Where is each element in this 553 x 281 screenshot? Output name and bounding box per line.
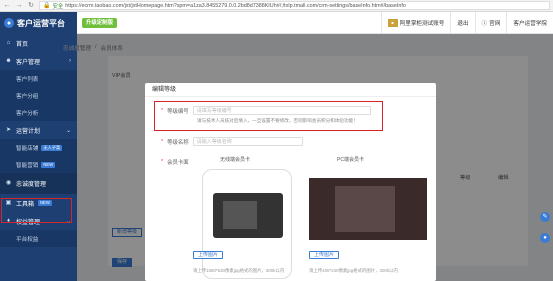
app-header: ● 客户运营平台 升级定制版 ■ 阿里掌柜测试账号 退出 ⓘ 官网 客户运营学院 [0, 12, 553, 34]
user-icon: ☻ [5, 57, 12, 64]
pc-card-title: PC端会员卡 [337, 157, 364, 163]
home-icon: ⌂ [6, 39, 11, 46]
sidebar-item-label: 首页 [16, 41, 29, 48]
sidebar-item-label: 智能营销 [16, 162, 39, 169]
card-inner [223, 201, 257, 229]
sidebar-item-smart-store[interactable]: 智能店铺 无人子菜 [0, 139, 77, 156]
forward-icon[interactable]: → [15, 2, 23, 10]
card-face-row: * 会员卡面 [161, 158, 189, 166]
edit-float-icon[interactable]: ✎ [540, 212, 550, 222]
level-name-row: * 等级名称 请输入等级名称 [161, 137, 303, 146]
official-site-link[interactable]: ⓘ 官网 [474, 12, 507, 34]
level-name-input[interactable]: 请输入等级名称 [192, 137, 303, 146]
loyalty-highlight-box [1, 198, 72, 223]
required-mark: * [161, 159, 164, 165]
mobile-card-preview [202, 169, 292, 279]
chevron-right-icon: › [69, 58, 71, 64]
pc-card-image [309, 178, 427, 240]
question-icon: ⓘ [481, 21, 488, 27]
sidebar-item-label: 客户列表 [16, 76, 39, 83]
upgrade-badge[interactable]: 升级定制版 [82, 18, 117, 28]
sidebar-item-smart-marketing[interactable]: 智能营销 NEW [0, 156, 77, 173]
help-float-icon[interactable]: ● [540, 233, 550, 243]
modal-title: 编辑等级 [145, 83, 436, 97]
platform-label: 客户运营学院 [513, 21, 547, 27]
sidebar-item-customer-mgmt[interactable]: ☻ 客户管理 › [0, 52, 77, 70]
sidebar-item-operation-plan[interactable]: ➤ 运营计划 ⌄ [0, 121, 77, 139]
logout-link[interactable]: 退出 [450, 12, 474, 34]
sidebar-item-label: 运营计划 [16, 128, 41, 135]
level-name-label: 等级名称 [167, 139, 189, 146]
new-badge: NEW [41, 161, 56, 168]
sidebar-item-customer-analysis[interactable]: 客户分析 [0, 104, 77, 121]
back-icon[interactable]: ← [3, 2, 11, 10]
card-inner [335, 186, 395, 232]
rocket-icon: ➤ [5, 126, 12, 133]
brand[interactable]: ● 客户运营平台 [0, 12, 77, 34]
reload-icon[interactable]: ↻ [27, 2, 35, 10]
header-tools: ■ 阿里掌柜测试账号 退出 ⓘ 官网 客户运营学院 [380, 12, 553, 34]
sidebar-item-loyalty[interactable]: ◉ 忠诚度管理 [0, 173, 77, 194]
lock-icon: 🔒 [43, 3, 51, 9]
mobile-card-image [213, 193, 283, 238]
sidebar-item-label: 客户分析 [16, 110, 39, 117]
smart-store-badge: 无人子菜 [41, 144, 63, 151]
sidebar-item-label: 客户分组 [16, 93, 39, 100]
sidebar-item-customer-group[interactable]: 客户分组 [0, 87, 77, 104]
brand-name: 客户运营平台 [17, 18, 65, 28]
upload-mobile-tip: 请上传1080*630像素jpg格式的图片，500k以内 [193, 268, 285, 273]
url-text: https://ecrm.taobao.com/jxt/jxtHomepage.… [65, 2, 406, 9]
required-mark: * [161, 138, 164, 145]
address-bar[interactable]: 🔒 安全 https://ecrm.taobao.com/jxt/jxtHome… [39, 1, 550, 10]
mobile-card-title: 无线端会员卡 [220, 157, 251, 163]
sidebar-item-platform-rights[interactable]: 平台权益 [0, 230, 77, 247]
platform-link[interactable]: 客户运营学院 [506, 12, 553, 34]
sidebar-item-customer-list[interactable]: 客户列表 [0, 70, 77, 87]
shop-logo-icon: ■ [387, 19, 398, 27]
card-face-label: 会员卡面 [167, 160, 189, 166]
shop-name: 阿里掌柜测试账号 [399, 21, 445, 27]
sidebar-item-label: 智能店铺 [16, 145, 39, 152]
logout-label: 退出 [457, 21, 469, 27]
official-site-label: 官网 [489, 21, 501, 27]
upload-pc-button[interactable]: 上传图片 [309, 251, 340, 259]
sidebar-item-label: 忠诚度管理 [16, 182, 47, 188]
security-label: 安全 [52, 3, 64, 10]
sidebar-item-label: 平台权益 [16, 236, 39, 243]
shop-account[interactable]: ■ 阿里掌柜测试账号 [380, 12, 451, 34]
upload-pc-tip: 请上传400*240像素jpg格式的图片，300k以内 [309, 268, 398, 273]
sidebar-item-label: 客户管理 [16, 59, 41, 66]
edit-level-modal: 编辑等级 * 等级编号 请填写等级编号 请与技术人员核对后填入，一旦设置不要修改… [145, 83, 436, 281]
sidebar: ⌂ 首页 ☻ 客户管理 › 客户列表 客户分组 客户分析 ➤ 运营计划 ⌄ 智能… [0, 34, 77, 281]
browser-toolbar: ← → ↻ 🔒 安全 https://ecrm.taobao.com/jxt/j… [0, 0, 553, 12]
chevron-down-icon: ⌄ [65, 127, 71, 134]
level-code-highlight-box [154, 101, 383, 131]
upload-mobile-button[interactable]: 上传图片 [193, 251, 224, 259]
loyalty-icon: ◉ [5, 180, 12, 186]
brand-logo-icon: ● [4, 18, 14, 28]
